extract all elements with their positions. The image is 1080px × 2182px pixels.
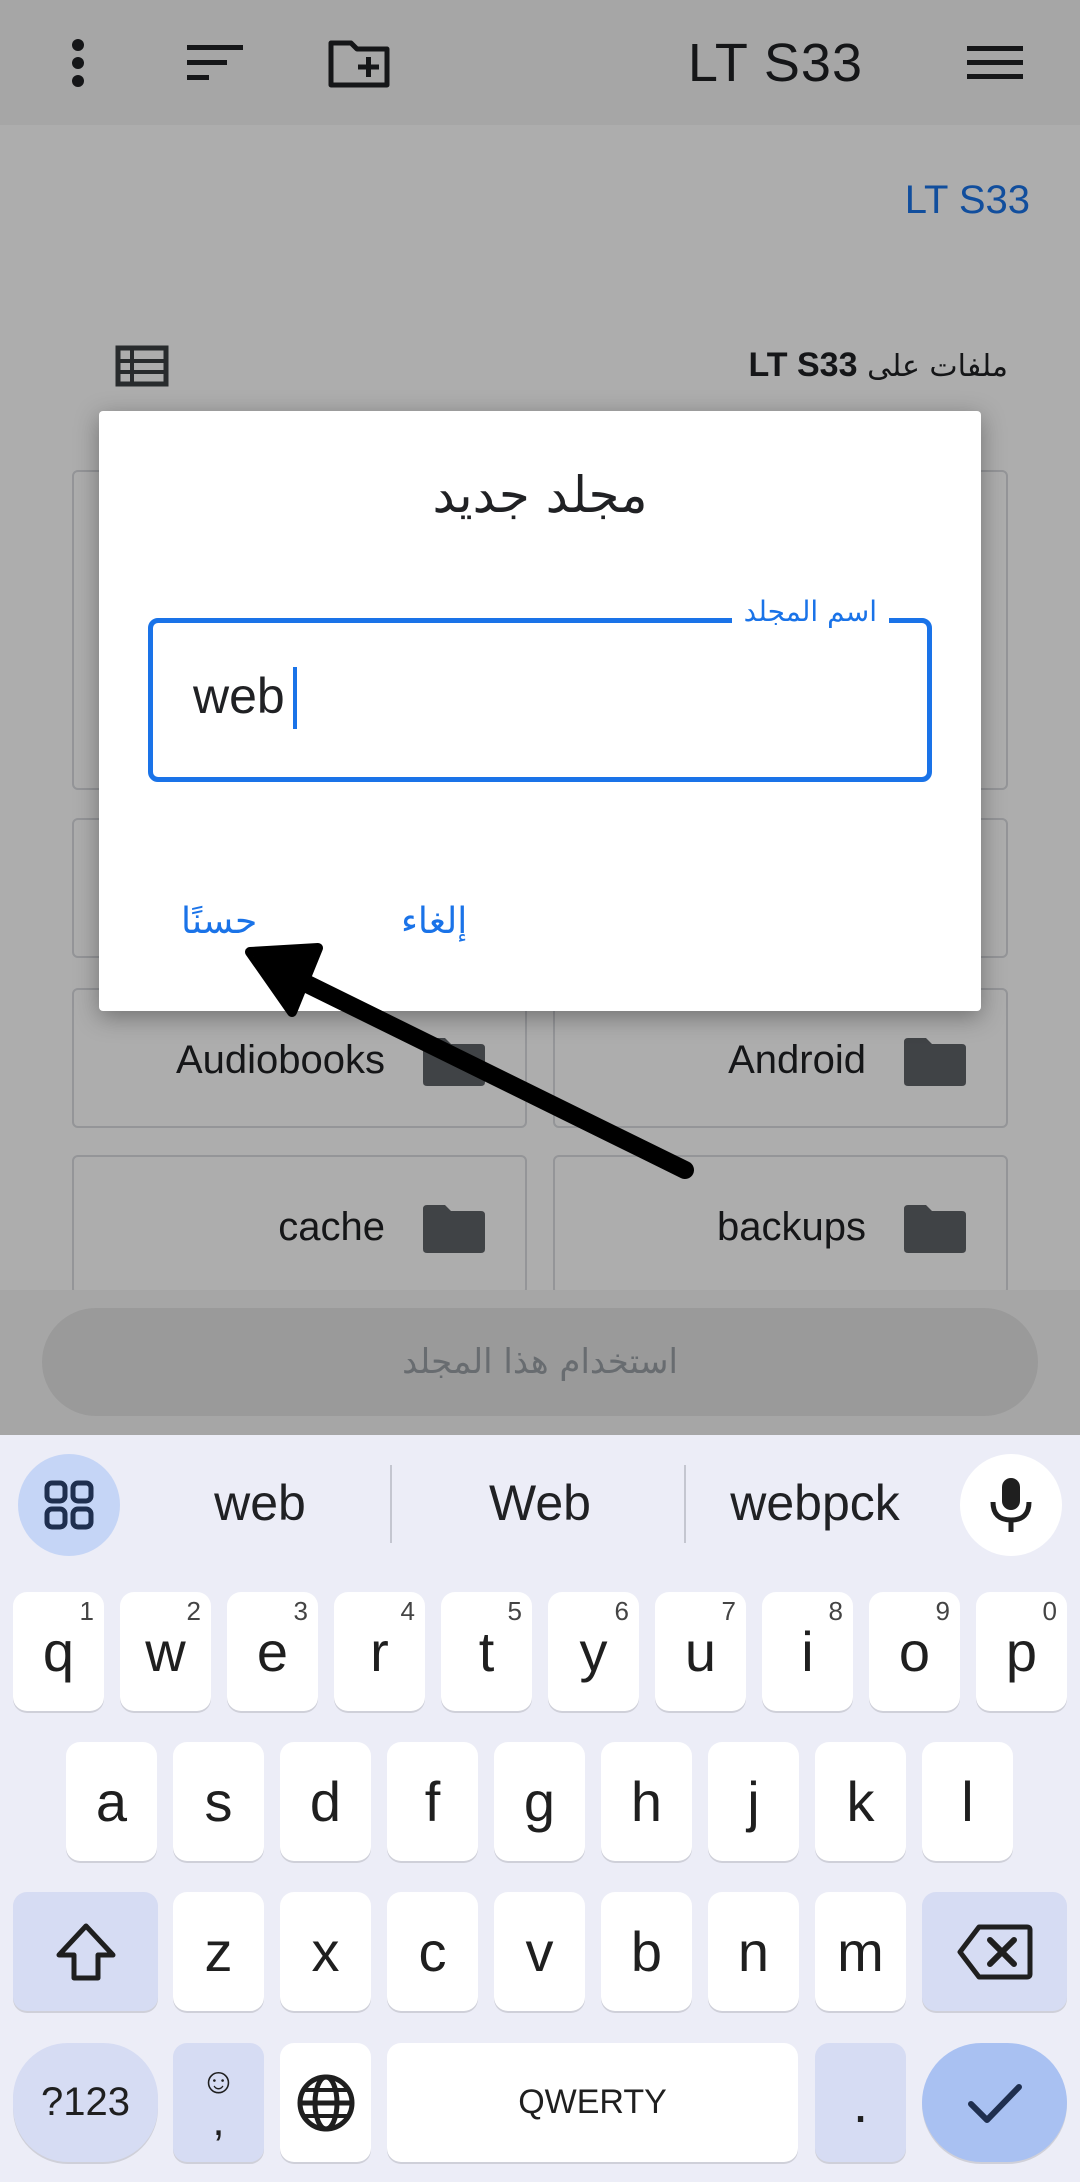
key-r[interactable]: r4 [334, 1592, 425, 1711]
key-label: t [478, 1620, 495, 1683]
cancel-button[interactable]: إلغاء [401, 901, 467, 942]
key-u[interactable]: u7 [655, 1592, 746, 1711]
key-label: e [256, 1620, 289, 1683]
suggestion-3[interactable]: webpck [700, 1463, 930, 1543]
key-hint: 4 [400, 1596, 415, 1626]
emoji-comma-key[interactable]: ☺ , [173, 2043, 264, 2162]
key-label: w [145, 1620, 186, 1683]
key-w[interactable]: w2 [120, 1592, 211, 1711]
comma-label: , [212, 2095, 225, 2145]
key-f[interactable]: f [387, 1742, 478, 1861]
key-label: o [898, 1620, 931, 1683]
symbols-key[interactable]: ?123 [13, 2043, 158, 2162]
key-l[interactable]: l [922, 1742, 1013, 1861]
key-hint: 8 [828, 1596, 843, 1626]
key-hint: 7 [721, 1596, 736, 1626]
key-g[interactable]: g [494, 1742, 585, 1861]
microphone-icon[interactable] [960, 1454, 1062, 1556]
key-label: p [1005, 1620, 1038, 1683]
key-hint: 1 [79, 1596, 94, 1626]
text-cursor [293, 667, 297, 729]
key-hint: 0 [1042, 1596, 1057, 1626]
key-hint: 5 [507, 1596, 522, 1626]
dialog-title: مجلد جديد [432, 466, 648, 524]
folder-name-input[interactable] [193, 661, 893, 731]
folder-name-field[interactable]: اسم المجلد [148, 595, 932, 782]
key-label: y [579, 1620, 608, 1683]
key-a[interactable]: a [66, 1742, 157, 1861]
key-o[interactable]: o9 [869, 1592, 960, 1711]
key-hint: 9 [935, 1596, 950, 1626]
key-v[interactable]: v [494, 1892, 585, 2011]
key-b[interactable]: b [601, 1892, 692, 2011]
key-hint: 6 [614, 1596, 629, 1626]
period-key[interactable]: . [815, 2043, 906, 2162]
ok-button[interactable]: حسنًا [181, 901, 257, 942]
key-j[interactable]: j [708, 1742, 799, 1861]
key-y[interactable]: y6 [548, 1592, 639, 1711]
soft-keyboard: web Web webpck q1 w2 e3 r4 t5 y6 u7 i8 o… [0, 1435, 1080, 2182]
shift-key[interactable] [13, 1892, 158, 2011]
backspace-key[interactable] [922, 1892, 1067, 2011]
shift-icon [56, 1923, 115, 1980]
keyboard-apps-icon[interactable] [18, 1454, 120, 1556]
key-p[interactable]: p0 [976, 1592, 1067, 1711]
key-hint: 3 [293, 1596, 308, 1626]
key-label: i [801, 1620, 814, 1683]
key-k[interactable]: k [815, 1742, 906, 1861]
emoji-icon: ☺ [200, 2059, 237, 2101]
key-m[interactable]: m [815, 1892, 906, 2011]
folder-name-label: اسم المجلد [731, 595, 889, 628]
suggestion-1[interactable]: web [140, 1463, 380, 1543]
key-hint: 2 [186, 1596, 201, 1626]
suggestion-divider [684, 1465, 686, 1543]
suggestion-divider [390, 1465, 392, 1543]
space-key[interactable]: QWERTY [387, 2043, 798, 2162]
globe-icon [297, 2074, 354, 2131]
key-n[interactable]: n [708, 1892, 799, 2011]
key-s[interactable]: s [173, 1742, 264, 1861]
new-folder-dialog: مجلد جديد اسم المجلد حسنًا إلغاء [99, 411, 981, 1011]
done-key[interactable] [922, 2043, 1067, 2162]
key-t[interactable]: t5 [441, 1592, 532, 1711]
key-e[interactable]: e3 [227, 1592, 318, 1711]
key-c[interactable]: c [387, 1892, 478, 2011]
key-q[interactable]: q1 [13, 1592, 104, 1711]
key-label: u [684, 1620, 717, 1683]
key-z[interactable]: z [173, 1892, 264, 2011]
backspace-icon [957, 1924, 1032, 1979]
key-h[interactable]: h [601, 1742, 692, 1861]
key-label: r [370, 1620, 389, 1683]
language-key[interactable] [280, 2043, 371, 2162]
key-d[interactable]: d [280, 1742, 371, 1861]
file-picker-app: LT S33 LT S33 ملفات على LT S33 Android A… [0, 0, 1080, 1435]
checkmark-icon [967, 2083, 1022, 2123]
key-x[interactable]: x [280, 1892, 371, 2011]
key-label: q [42, 1620, 75, 1683]
key-i[interactable]: i8 [762, 1592, 853, 1711]
suggestion-2[interactable]: Web [420, 1463, 660, 1543]
